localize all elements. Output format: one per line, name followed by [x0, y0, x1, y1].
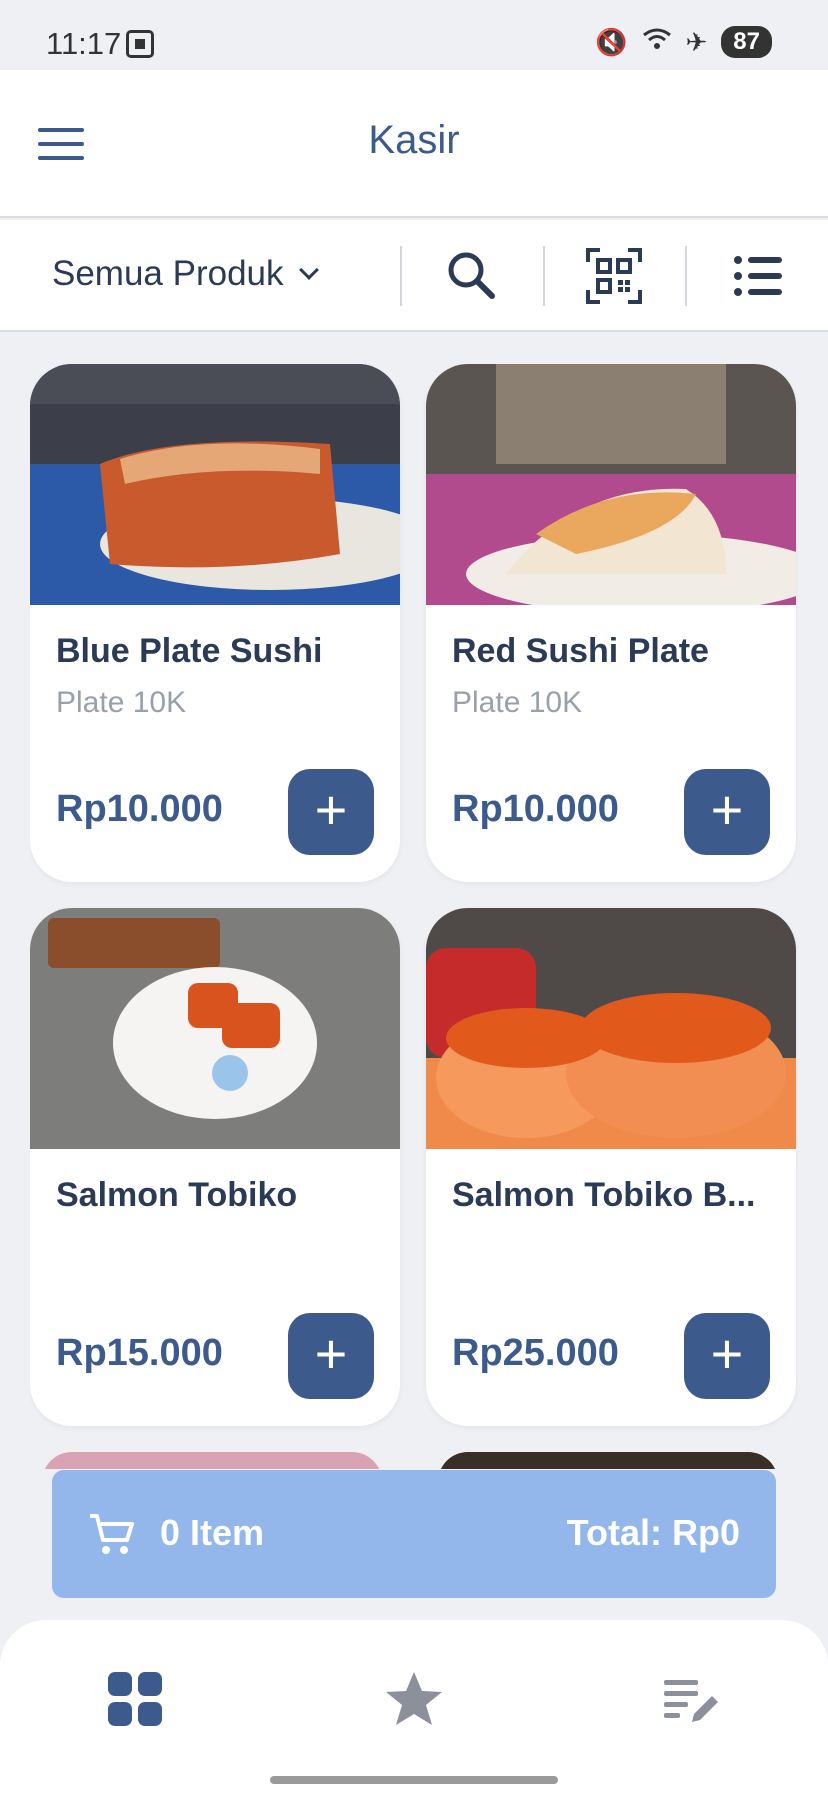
- airplane-icon: ✈: [685, 26, 708, 57]
- status-bar: 11:17 🔇 ✈ 87: [0, 0, 828, 70]
- bottom-navigation: [0, 1620, 828, 1795]
- product-card-partial: [42, 1452, 382, 1469]
- product-card[interactable]: Red Sushi Plate Plate 10K Rp10.000 +: [426, 364, 796, 882]
- status-time: 11:17: [46, 26, 122, 61]
- search-icon: [448, 252, 495, 299]
- product-card[interactable]: Salmon Tobiko Rp15.000 +: [30, 908, 400, 1426]
- product-name: Salmon Tobiko: [56, 1176, 298, 1214]
- edit-list-icon: [664, 1680, 718, 1722]
- product-price: Rp15.000: [56, 1332, 223, 1374]
- product-name: Blue Plate Sushi: [56, 632, 323, 670]
- list-view-button[interactable]: [726, 244, 790, 308]
- home-indicator: [270, 1776, 558, 1784]
- cart-icon: [90, 1514, 134, 1554]
- list-icon: [734, 256, 782, 296]
- chevron-down-icon: [298, 260, 319, 280]
- battery-indicator: 87: [721, 26, 772, 58]
- cart-total: Total: Rp0: [566, 1512, 740, 1553]
- nav-products[interactable]: [96, 1660, 176, 1740]
- divider: [685, 246, 687, 306]
- category-label: Semua Produk: [52, 254, 284, 293]
- divider: [400, 246, 402, 306]
- product-name: Salmon Tobiko B...: [452, 1176, 756, 1214]
- search-button[interactable]: [440, 244, 504, 308]
- mute-icon: 🔇: [595, 26, 628, 57]
- status-icons: 🔇 ✈ 87: [595, 26, 772, 58]
- page-title: Kasir: [368, 118, 460, 162]
- star-icon: [386, 1672, 442, 1725]
- product-image: [426, 364, 796, 605]
- product-name: Red Sushi Plate: [452, 632, 709, 670]
- add-to-cart-button[interactable]: +: [288, 1313, 374, 1399]
- product-subtitle: Plate 10K: [452, 686, 583, 719]
- category-dropdown[interactable]: Semua Produk: [52, 254, 319, 294]
- grid-icon: [108, 1672, 162, 1726]
- nav-favorites[interactable]: [374, 1660, 454, 1740]
- product-image: [426, 908, 796, 1149]
- product-price: Rp25.000: [452, 1332, 619, 1374]
- product-grid: Blue Plate Sushi Plate 10K Rp10.000 + Re…: [30, 364, 798, 1469]
- product-card-partial: [438, 1452, 778, 1469]
- qr-scan-icon: [586, 248, 642, 304]
- scan-button[interactable]: [582, 244, 646, 308]
- screenshot-icon: [126, 30, 154, 58]
- cart-item-count: 0 Item: [160, 1512, 265, 1553]
- product-card[interactable]: Salmon Tobiko B... Rp25.000 +: [426, 908, 796, 1426]
- product-price: Rp10.000: [56, 788, 223, 830]
- product-subtitle: Plate 10K: [56, 686, 187, 719]
- toolbar: Semua Produk: [0, 220, 828, 332]
- app-bar: Kasir: [0, 70, 828, 218]
- divider: [543, 246, 545, 306]
- nav-orders[interactable]: [652, 1660, 732, 1740]
- product-card[interactable]: Blue Plate Sushi Plate 10K Rp10.000 +: [30, 364, 400, 882]
- add-to-cart-button[interactable]: +: [684, 1313, 770, 1399]
- add-to-cart-button[interactable]: +: [288, 769, 374, 855]
- product-price: Rp10.000: [452, 788, 619, 830]
- product-image: [30, 908, 400, 1149]
- product-image: [30, 364, 400, 605]
- add-to-cart-button[interactable]: +: [684, 769, 770, 855]
- wifi-icon: [642, 27, 672, 58]
- cart-summary-button[interactable]: 0 Item Total: Rp0: [52, 1470, 776, 1598]
